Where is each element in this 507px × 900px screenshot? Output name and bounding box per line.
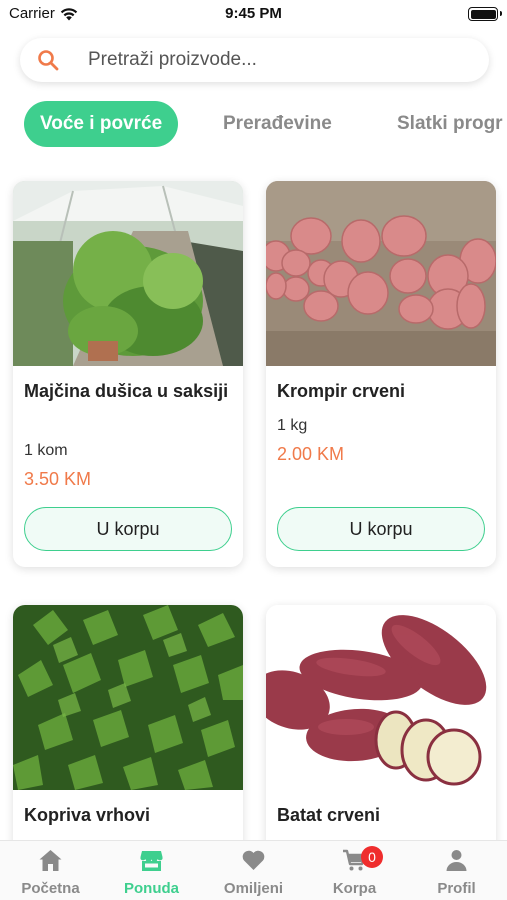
tab-slatki-program[interactable]: Slatki progr bbox=[397, 101, 503, 147]
product-card[interactable]: Krompir crveni 1 kg 2.00 KM U korpu bbox=[266, 181, 496, 567]
store-icon bbox=[140, 851, 163, 871]
product-name: Krompir crveni bbox=[277, 381, 406, 401]
cart-count-badge: 0 bbox=[361, 846, 383, 868]
nav-label: Ponuda bbox=[124, 880, 179, 897]
nav-pocetna[interactable]: Početna bbox=[0, 841, 101, 900]
product-card[interactable]: Batat crveni bbox=[266, 605, 496, 840]
tab-preradjevine[interactable]: Prerađevine bbox=[223, 101, 332, 147]
add-to-cart-button[interactable]: U korpu bbox=[277, 507, 485, 551]
bottom-tab-bar: Početna Ponuda Omiljeni 0 Korpa Profil bbox=[0, 840, 507, 900]
product-name: Majčina dušica u saksiji bbox=[24, 381, 229, 401]
search-icon bbox=[38, 50, 59, 71]
product-price: 2.00 KM bbox=[277, 444, 345, 464]
product-unit: 1 kom bbox=[24, 442, 68, 459]
product-unit: 1 kg bbox=[277, 417, 308, 434]
nav-label: Korpa bbox=[332, 880, 377, 897]
search-bar[interactable] bbox=[20, 38, 489, 82]
add-to-cart-button[interactable]: U korpu bbox=[24, 507, 232, 551]
nav-korpa[interactable]: 0 Korpa bbox=[304, 841, 405, 900]
nettle-leaves-photo bbox=[13, 605, 243, 790]
category-tabs[interactable]: Voće i povrće Prerađevine Slatki progr bbox=[0, 101, 507, 147]
heart-icon bbox=[242, 850, 265, 870]
nav-label: Početna bbox=[21, 880, 80, 897]
product-card[interactable]: Kopriva vrhovi bbox=[13, 605, 243, 840]
search-input[interactable] bbox=[88, 49, 468, 71]
nav-omiljeni[interactable]: Omiljeni bbox=[203, 841, 304, 900]
product-name: Kopriva vrhovi bbox=[24, 805, 151, 825]
nav-label: Profil bbox=[437, 880, 476, 897]
home-icon bbox=[39, 850, 62, 871]
thyme-greenhouse-photo bbox=[13, 181, 243, 366]
product-card[interactable]: Majčina dušica u saksiji 1 kom 3.50 KM U… bbox=[13, 181, 243, 567]
person-icon bbox=[446, 850, 467, 871]
nav-profil[interactable]: Profil bbox=[406, 841, 507, 900]
sweet-potato-photo bbox=[266, 605, 496, 790]
nav-ponuda[interactable]: Ponuda bbox=[101, 841, 202, 900]
product-name: Batat crveni bbox=[277, 805, 381, 825]
product-price: 3.50 KM bbox=[24, 469, 92, 489]
tab-voce-i-povrce[interactable]: Voće i povrće bbox=[24, 101, 179, 147]
nav-label: Omiljeni bbox=[223, 880, 284, 897]
red-potatoes-photo bbox=[266, 181, 496, 366]
